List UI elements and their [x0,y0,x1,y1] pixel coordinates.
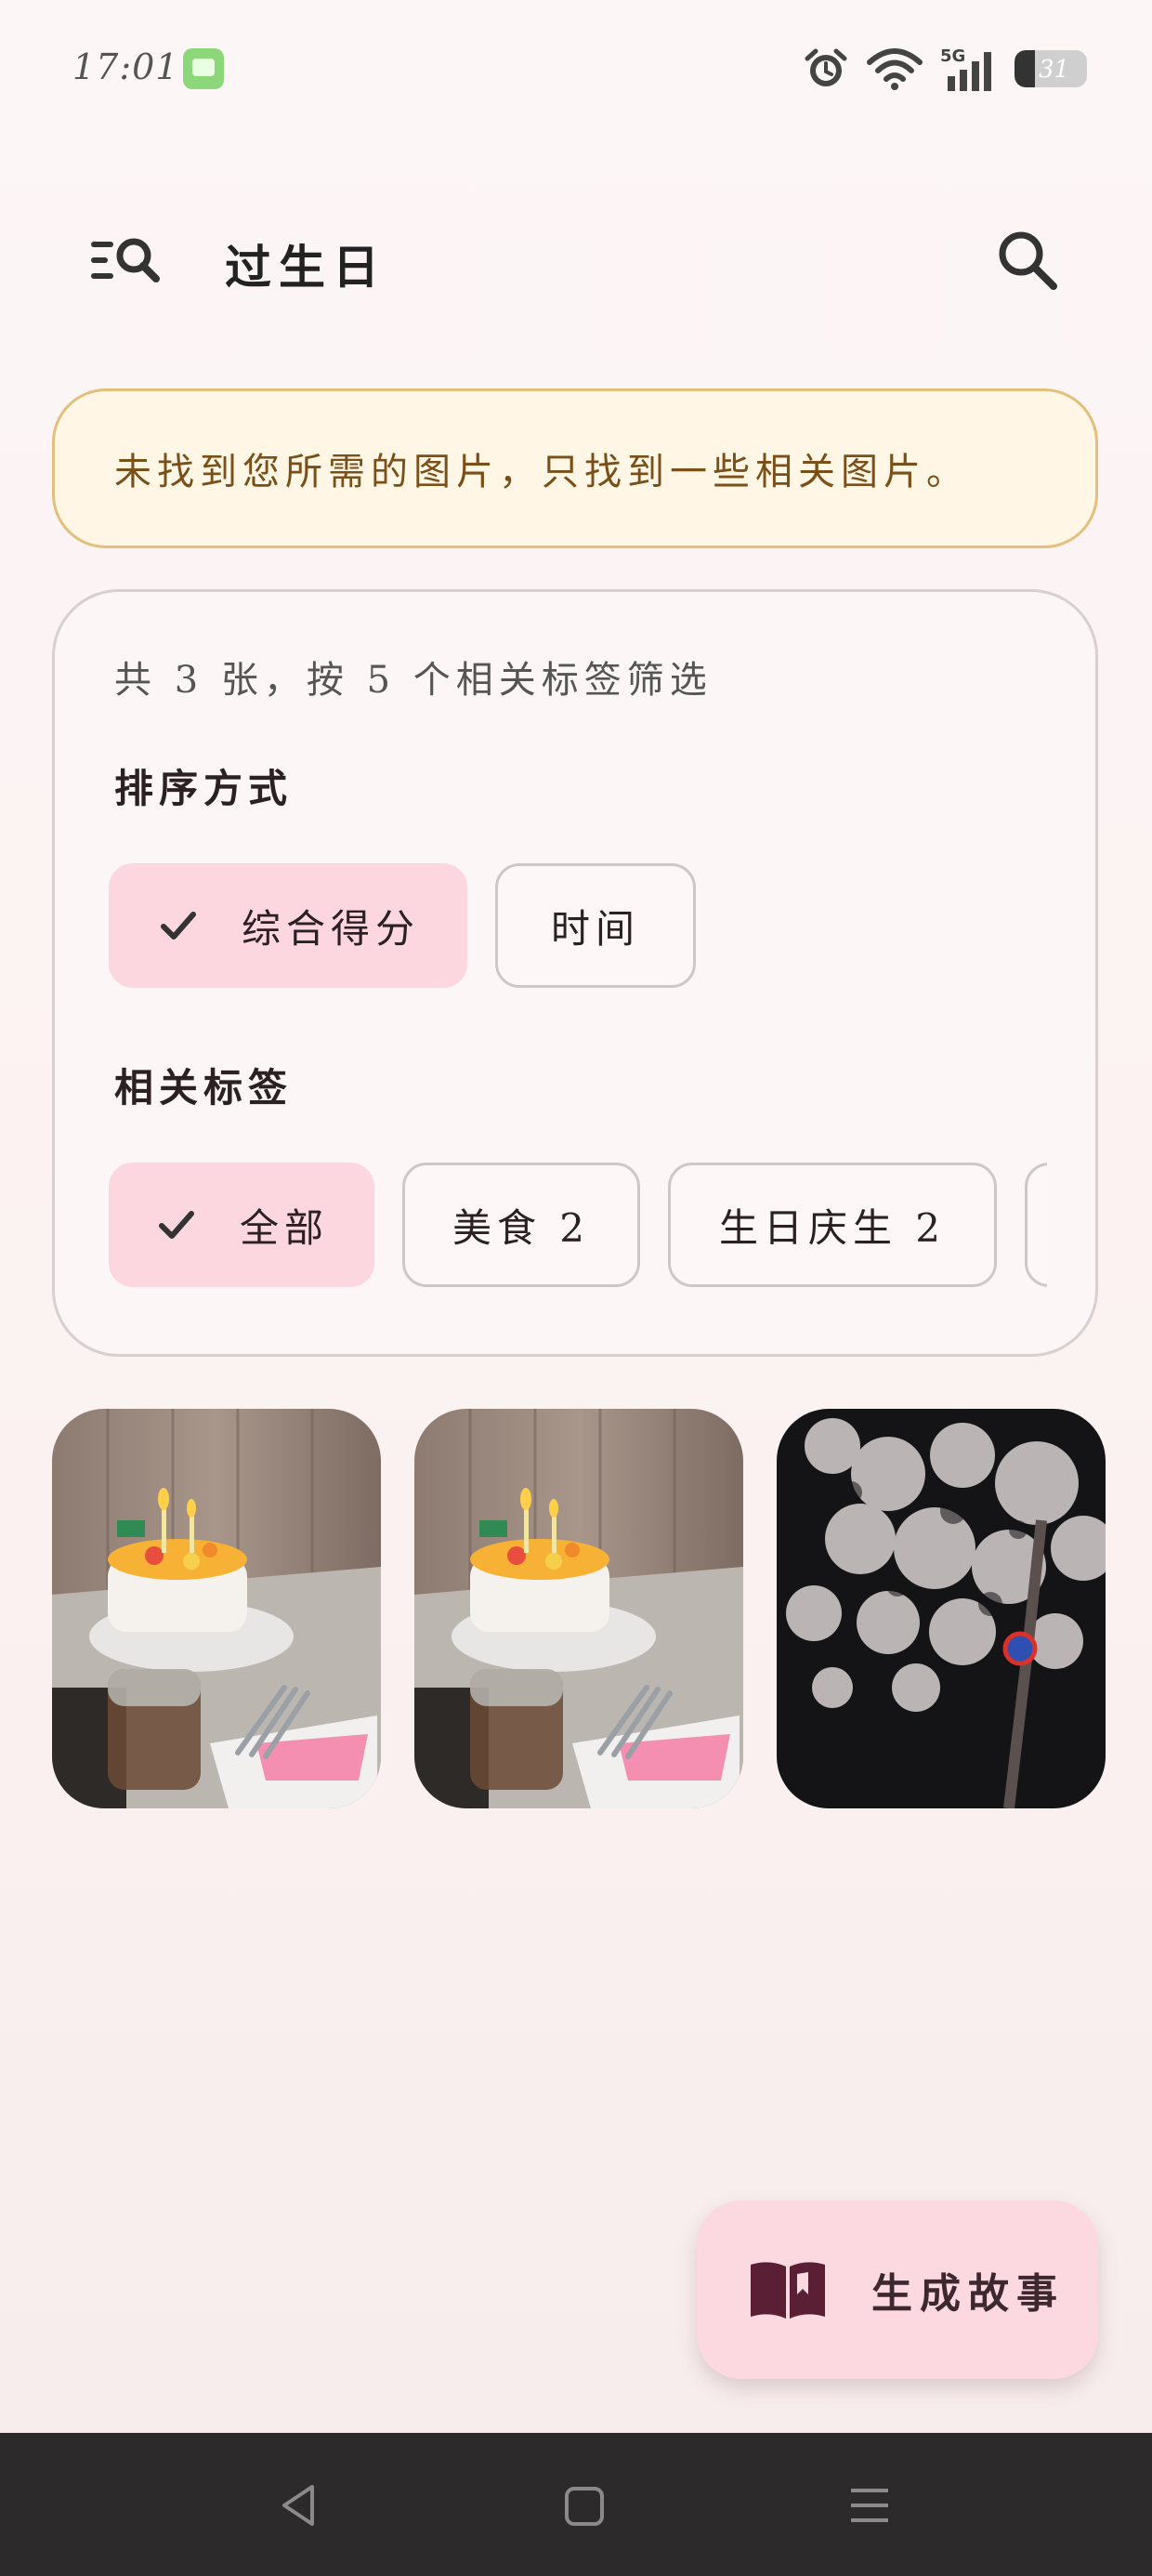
recents-icon[interactable] [842,2477,897,2533]
status-bar: 17:01 5G 31 [0,0,1152,139]
generate-story-button[interactable]: 生成故事 [697,2201,1098,2379]
chip-label: 全部 [239,1204,329,1251]
status-icons: 5G 31 [803,43,1087,95]
cherry-blossom-photo [777,1409,1106,1808]
check-icon [160,912,196,940]
chip-label: 综合得分 [241,905,420,952]
status-time: 17:01 [72,46,179,87]
tag-chip-food[interactable]: 美食 2 [402,1163,640,1287]
birthday-cake-photo [414,1409,743,1808]
sort-chip-row: 综合得分 时间 [109,863,696,988]
tags-section-label: 相关标签 [114,1065,294,1111]
filter-card: 共 3 张，按 5 个相关标签筛选 排序方式 综合得分 时间 相关标签 全部 美… [52,589,1098,1357]
photo-thumbnail[interactable] [777,1409,1106,1808]
back-icon[interactable] [271,2477,327,2533]
photo-thumbnail[interactable] [414,1409,743,1808]
birthday-cake-photo [52,1409,381,1808]
sort-chip-score[interactable]: 综合得分 [109,863,467,988]
chip-label: 生日庆生 2 [718,1204,947,1251]
result-summary: 共 3 张，按 5 个相关标签筛选 [114,659,713,702]
page-title: 过生日 [225,240,386,295]
chip-label: 美食 2 [452,1204,591,1251]
no-match-notice: 未找到您所需的图片，只找到一些相关图片。 [52,388,1098,548]
signal-5g-icon: 5G [940,46,991,91]
book-icon [751,2262,825,2319]
menu-search-icon[interactable] [89,230,164,290]
system-navbar [0,2433,1152,2576]
tag-chip-row[interactable]: 全部 美食 2 生日庆生 2 [109,1163,1047,1287]
app-header: 过生日 [52,204,1100,316]
check-icon [158,1211,194,1239]
battery-icon: 31 [1015,50,1087,87]
tag-chip-birthday[interactable]: 生日庆生 2 [668,1163,997,1287]
battery-level: 31 [1039,56,1070,84]
svg-text:5G: 5G [940,46,965,66]
alarm-icon [805,48,847,86]
home-icon[interactable] [556,2477,611,2533]
sort-chip-time[interactable]: 时间 [495,863,696,988]
photo-grid [52,1409,1106,1808]
fab-label: 生成故事 [871,2270,1065,2318]
search-icon[interactable] [992,225,1063,296]
chip-label: 时间 [550,905,640,952]
sort-section-label: 排序方式 [114,766,294,811]
notice-text: 未找到您所需的图片，只找到一些相关图片。 [114,451,969,493]
wifi-icon [867,48,923,90]
photo-thumbnail[interactable] [52,1409,381,1808]
tag-chip-overflow[interactable] [1025,1163,1047,1287]
message-app-icon [183,48,224,89]
tag-chip-all[interactable]: 全部 [109,1163,374,1287]
